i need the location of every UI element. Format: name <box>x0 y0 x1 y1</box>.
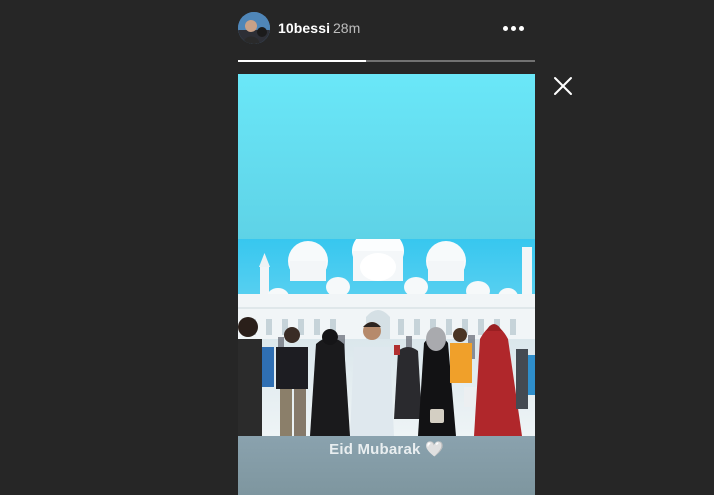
story-photo <box>238 239 535 436</box>
story-caption: Eid Mubarak 🤍 <box>238 440 535 458</box>
more-horizontal-icon <box>503 26 508 31</box>
close-icon <box>554 77 572 95</box>
caption-text: Eid Mubarak <box>329 441 421 458</box>
avatar-image <box>238 12 270 44</box>
more-options-button[interactable] <box>500 16 530 40</box>
avatar[interactable] <box>238 12 270 44</box>
post-time: 28m <box>333 20 361 36</box>
story-header: 10bessi 28m <box>238 12 535 46</box>
mosque-photo <box>238 239 535 436</box>
story-media[interactable]: Eid Mubarak 🤍 <box>238 74 535 495</box>
story-progress-fill <box>238 60 366 62</box>
username[interactable]: 10bessi <box>278 20 330 36</box>
story-viewer: 10bessi 28m Eid Mubarak 🤍 <box>0 0 714 495</box>
white-heart-icon: 🤍 <box>424 441 444 458</box>
story-progress-bar <box>238 60 535 62</box>
close-button[interactable] <box>552 75 574 97</box>
